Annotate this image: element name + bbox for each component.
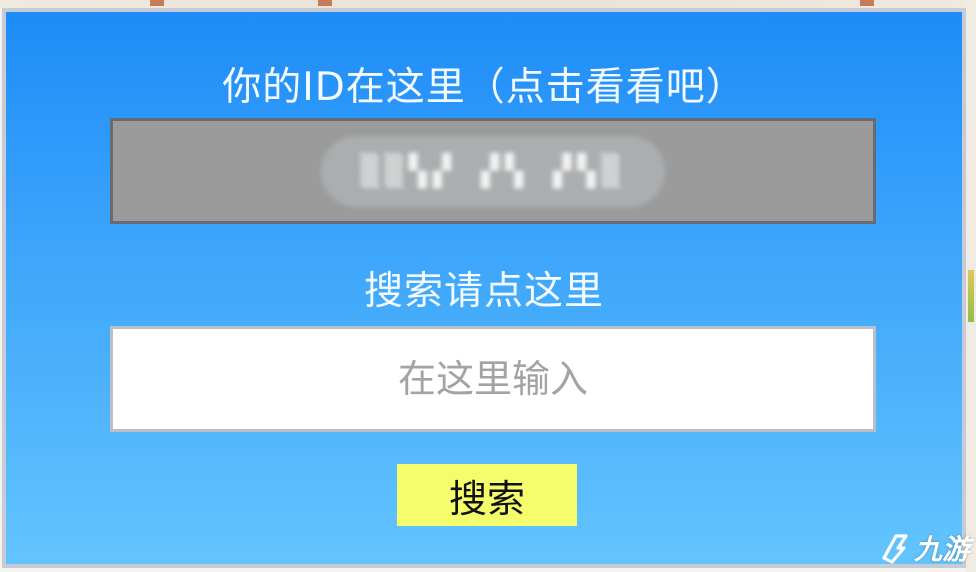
- search-button[interactable]: 搜索: [397, 464, 577, 526]
- player-id-box[interactable]: ▒▒▚▞ ▞▚ ▞▚▒: [110, 118, 876, 224]
- background-scene-strip: [0, 0, 976, 8]
- background-scene-edge: [966, 0, 976, 572]
- watermark-text: 九游: [913, 533, 970, 566]
- background-decor: [860, 0, 874, 6]
- id-title: 你的ID在这里（点击看看吧）: [222, 65, 746, 110]
- game-screen: 你的ID在这里（点击看看吧） ▒▒▚▞ ▞▚ ▞▚▒ 搜索请点这里 搜索 九游: [0, 0, 976, 572]
- search-title: 搜索请点这里: [363, 269, 604, 314]
- background-decor: [150, 0, 164, 6]
- player-id-value: ▒▒▚▞ ▞▚ ▞▚▒: [320, 135, 666, 207]
- background-decor: [968, 270, 974, 322]
- id-search-dialog: 你的ID在这里（点击看看吧） ▒▒▚▞ ▞▚ ▞▚▒ 搜索请点这里 搜索: [2, 8, 966, 568]
- search-input[interactable]: [110, 326, 876, 432]
- watermark: 九游: [876, 528, 970, 568]
- background-decor: [318, 0, 332, 6]
- jiuyou-logo-icon: [882, 534, 908, 564]
